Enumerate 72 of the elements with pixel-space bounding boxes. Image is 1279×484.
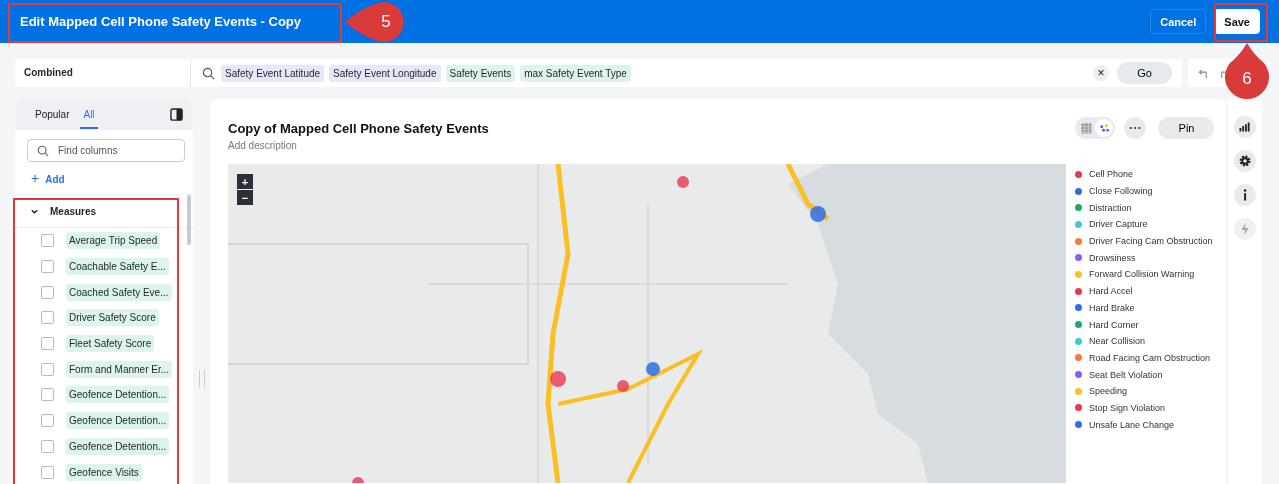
go-button[interactable]: Go (1117, 62, 1172, 84)
lightning-icon[interactable] (1234, 218, 1256, 240)
search-token[interactable]: Safety Event Longitude (329, 64, 441, 82)
legend-label: Close Following (1089, 186, 1153, 197)
column-chip[interactable]: Average Trip Speed (66, 232, 161, 250)
pin-button[interactable]: Pin (1158, 117, 1214, 139)
save-button[interactable]: Save (1214, 9, 1260, 34)
legend-label: Unsafe Lane Change (1089, 419, 1175, 430)
resize-handle[interactable] (198, 370, 205, 388)
checkbox[interactable] (41, 388, 54, 402)
search-token[interactable]: Safety Event Latitude (221, 64, 325, 82)
checkbox[interactable] (41, 439, 54, 453)
zoom-out-button[interactable]: − (237, 190, 253, 205)
search-field[interactable]: Find columns (27, 139, 185, 162)
legend-label: Hard Brake (1089, 302, 1135, 313)
panel-tab[interactable]: Popular (32, 100, 73, 129)
legend-label: Seat Belt Violation (1089, 369, 1163, 380)
zoom-in-button[interactable]: + (237, 174, 253, 189)
highlight-frame (1214, 3, 1268, 42)
panel-toggle-icon[interactable] (170, 108, 183, 121)
legend-label: Distraction (1089, 202, 1132, 213)
checkbox[interactable] (41, 362, 54, 376)
clear-button[interactable]: × (1093, 65, 1109, 81)
legend-label: Speeding (1089, 386, 1128, 397)
cancel-button[interactable]: Cancel (1150, 9, 1207, 34)
legend-label: Near Collision (1089, 336, 1146, 347)
answer-title: Copy of Mapped Cell Phone Safety Events (228, 121, 489, 136)
description-link[interactable]: Add description (228, 140, 489, 151)
add-button[interactable]: + Add (31, 170, 65, 186)
checkbox[interactable] (41, 285, 54, 299)
column-chip[interactable]: Geofence Detention... (66, 386, 170, 404)
undo-icon[interactable] (1198, 67, 1209, 79)
column-chip[interactable]: Coachable Safety E... (66, 258, 169, 276)
search-token[interactable]: Safety Events (445, 64, 516, 82)
search-icon (37, 145, 49, 157)
legend-label: Drowsiness (1089, 252, 1136, 263)
legend-label: Stop Sign Violation (1089, 402, 1165, 413)
legend-label: Hard Corner (1089, 319, 1139, 330)
more-icon[interactable] (1124, 117, 1146, 139)
data-source-label[interactable]: Combined (15, 59, 191, 87)
legend-label: Hard Accel (1089, 286, 1133, 297)
search-token[interactable]: max Safety Event Type (520, 64, 631, 82)
info-icon[interactable] (1234, 184, 1256, 206)
callout-badge: 5 (345, 2, 407, 42)
page-title: Edit Mapped Cell Phone Safety Events - Copy (20, 14, 301, 29)
column-chip[interactable]: Driver Safety Score (66, 309, 159, 327)
view-toggle[interactable] (1075, 117, 1115, 139)
checkbox[interactable] (41, 311, 54, 325)
column-chip[interactable]: Geofence Detention... (66, 437, 170, 455)
checkbox[interactable] (41, 234, 54, 248)
column-chip[interactable]: Geofence Visits (66, 463, 142, 481)
checkbox[interactable] (41, 337, 54, 351)
column-chip[interactable]: Coached Safety Eve... (66, 283, 172, 301)
settings-icon[interactable] (1234, 150, 1256, 172)
search-bar[interactable]: Combined Safety Event Latitude Safety Event Longitude Safety Events max Safety Event Type × Go (15, 59, 1182, 87)
scrollbar[interactable] (187, 195, 191, 245)
bar-chart-icon[interactable] (1234, 116, 1256, 138)
search-icon (202, 66, 215, 80)
column-chip[interactable]: Fleet Safety Score (66, 335, 155, 353)
legend-label: Road Facing Cam Obstruction (1089, 352, 1211, 363)
chart-view-icon[interactable] (1095, 119, 1113, 137)
legend-label: Cell Phone (1089, 169, 1134, 180)
panel-tab[interactable]: All (80, 100, 98, 129)
callout-badge: 6 (1224, 43, 1270, 101)
legend-label: Forward Collision Warning (1089, 269, 1195, 280)
checkbox[interactable] (41, 414, 54, 428)
column-chip[interactable]: Form and Manner Er... (66, 360, 173, 378)
checkbox[interactable] (41, 260, 54, 274)
legend-label: Driver Capture (1089, 219, 1148, 230)
checkbox[interactable] (41, 465, 54, 479)
column-chip[interactable]: Geofence Detention... (66, 412, 170, 430)
legend-label: Driver Facing Cam Obstruction (1089, 236, 1213, 247)
